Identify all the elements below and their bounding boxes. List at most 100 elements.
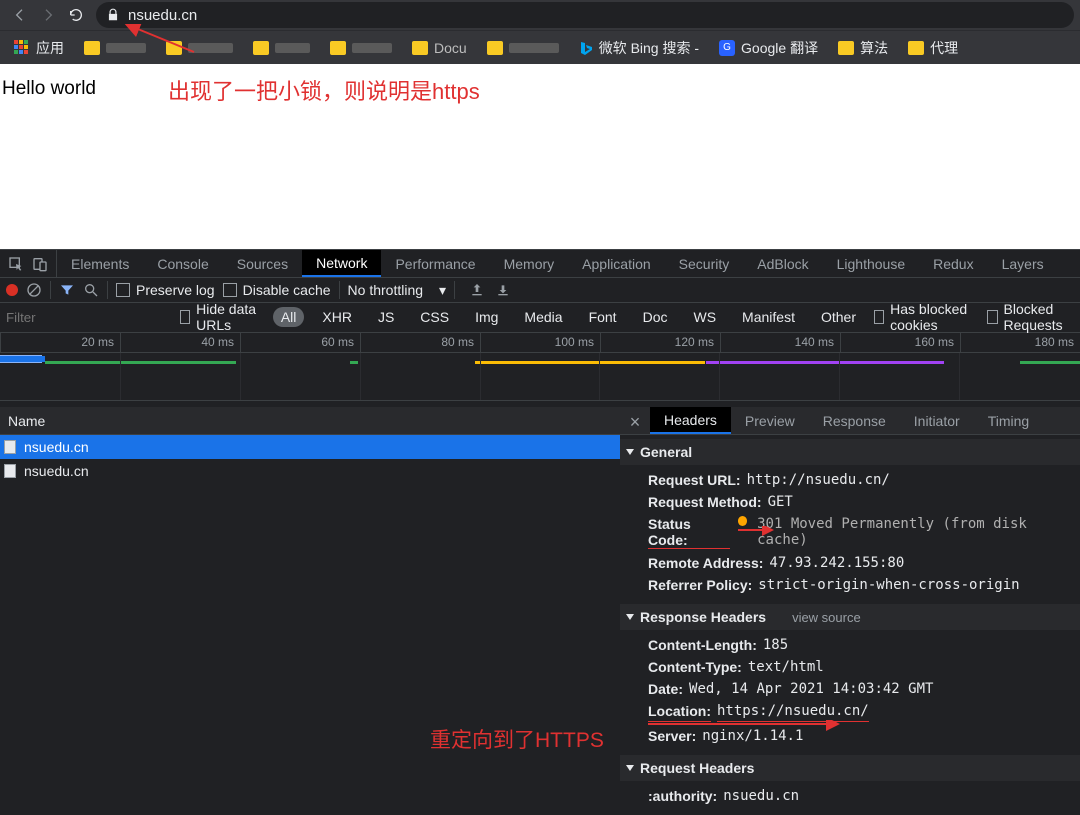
bookmark-google-translate[interactable]: G Google 翻译: [711, 34, 826, 62]
lock-icon: [106, 8, 120, 22]
document-icon: [4, 464, 16, 478]
annotation-arrow-location: [648, 720, 848, 734]
tab-elements[interactable]: Elements: [57, 250, 143, 277]
filter-other[interactable]: Other: [813, 307, 864, 327]
bookmark-bing[interactable]: 微软 Bing 搜索 -: [571, 34, 707, 62]
upload-har-icon[interactable]: [469, 282, 485, 298]
close-details-button[interactable]: ×: [624, 411, 646, 433]
request-row[interactable]: nsuedu.cn: [0, 435, 620, 459]
throttling-select[interactable]: No throttling ▾: [348, 282, 447, 299]
folder-icon: [166, 41, 182, 55]
tab-security[interactable]: Security: [665, 250, 744, 277]
filter-all[interactable]: All: [273, 307, 305, 327]
apps-shortcut[interactable]: 应用: [6, 34, 72, 62]
bing-icon: [579, 41, 593, 55]
url-host: nsuedu.cn: [128, 7, 197, 24]
annotation-arrow-status: [738, 526, 778, 542]
bookmark-folder-3[interactable]: [245, 37, 318, 59]
apps-label: 应用: [36, 38, 64, 58]
filter-js[interactable]: JS: [370, 307, 402, 327]
back-button[interactable]: [6, 1, 34, 29]
device-toggle-icon[interactable]: [32, 256, 48, 272]
request-details-pane: × Headers Preview Response Initiator Tim…: [620, 407, 1080, 815]
record-button[interactable]: [6, 284, 18, 296]
request-list-header[interactable]: Name: [0, 407, 620, 435]
filter-font[interactable]: Font: [581, 307, 625, 327]
clear-icon[interactable]: [26, 282, 42, 298]
tab-application[interactable]: Application: [568, 250, 665, 277]
bookmark-folder-4[interactable]: [322, 37, 400, 59]
tab-redux[interactable]: Redux: [919, 250, 987, 277]
section-request-headers[interactable]: Request Headers: [620, 755, 1080, 781]
tab-performance[interactable]: Performance: [381, 250, 489, 277]
bookmark-folder-1[interactable]: [76, 37, 154, 59]
detail-tab-initiator[interactable]: Initiator: [900, 407, 974, 434]
filter-input[interactable]: [0, 306, 170, 329]
filter-toggle-icon[interactable]: [59, 282, 75, 298]
request-url-value: http://nsuedu.cn/: [747, 472, 890, 488]
request-row[interactable]: nsuedu.cn: [0, 459, 620, 483]
section-response-headers[interactable]: Response Headersview source: [620, 604, 1080, 630]
filter-xhr[interactable]: XHR: [314, 307, 360, 327]
bookmark-folder-docs[interactable]: Docu: [404, 36, 475, 60]
bookmark-folder-5[interactable]: [479, 37, 567, 59]
tab-network[interactable]: Network: [302, 250, 381, 277]
tab-layers[interactable]: Layers: [988, 250, 1058, 277]
tab-sources[interactable]: Sources: [223, 250, 302, 277]
download-har-icon[interactable]: [495, 282, 511, 298]
detail-tab-timing[interactable]: Timing: [974, 407, 1044, 434]
tab-memory[interactable]: Memory: [490, 250, 569, 277]
tab-adblock[interactable]: AdBlock: [743, 250, 822, 277]
content-length-label: Content-Length:: [648, 637, 757, 653]
apps-icon: [14, 40, 30, 56]
blocked-requests-checkbox[interactable]: Blocked Requests: [987, 301, 1080, 333]
blocked-cookies-checkbox[interactable]: Has blocked cookies: [874, 301, 977, 333]
section-general[interactable]: General: [620, 439, 1080, 465]
content-type-label: Content-Type:: [648, 659, 742, 675]
headers-body: General Request URL: http://nsuedu.cn/ R…: [620, 435, 1080, 815]
detail-tab-preview[interactable]: Preview: [731, 407, 809, 434]
inspect-icon[interactable]: [8, 256, 24, 272]
bookmarks-bar: 应用 Docu 微软 Bing 搜索 - G Google 翻译 算法 代理: [0, 30, 1080, 64]
timeline-ruler[interactable]: 20 ms 40 ms 60 ms 80 ms 100 ms 120 ms 14…: [0, 333, 1080, 353]
bookmark-folder-2[interactable]: [158, 37, 241, 59]
bookmark-algorithm[interactable]: 算法: [830, 34, 896, 62]
folder-icon: [487, 41, 503, 55]
filter-img[interactable]: Img: [467, 307, 506, 327]
search-icon[interactable]: [83, 282, 99, 298]
preserve-log-checkbox[interactable]: Preserve log: [116, 282, 215, 298]
folder-icon: [84, 41, 100, 55]
bookmark-proxy[interactable]: 代理: [900, 34, 966, 62]
filter-ws[interactable]: WS: [685, 307, 724, 327]
tab-console[interactable]: Console: [143, 250, 222, 277]
request-url-label: Request URL:: [648, 472, 741, 488]
filter-media[interactable]: Media: [516, 307, 570, 327]
date-label: Date:: [648, 681, 683, 697]
disclosure-triangle-icon: [626, 765, 634, 771]
request-name: nsuedu.cn: [24, 439, 89, 455]
tab-lighthouse[interactable]: Lighthouse: [823, 250, 920, 277]
forward-button[interactable]: [34, 1, 62, 29]
disable-cache-checkbox[interactable]: Disable cache: [223, 282, 331, 298]
filter-css[interactable]: CSS: [412, 307, 457, 327]
folder-icon: [330, 41, 346, 55]
date-value: Wed, 14 Apr 2021 14:03:42 GMT: [689, 681, 933, 697]
disclosure-triangle-icon: [626, 449, 634, 455]
page-body: Hello world 出现了一把小锁，则说明是https: [0, 64, 1080, 249]
referrer-policy-value: strict-origin-when-cross-origin: [758, 577, 1019, 593]
hide-data-urls-checkbox[interactable]: Hide data URLs: [180, 301, 263, 333]
annotation-lock-explanation: 出现了一把小锁，则说明是https: [168, 74, 480, 106]
filter-manifest[interactable]: Manifest: [734, 307, 803, 327]
detail-tab-headers[interactable]: Headers: [650, 407, 731, 434]
filter-doc[interactable]: Doc: [635, 307, 676, 327]
detail-tab-response[interactable]: Response: [809, 407, 900, 434]
detail-tab-strip: Headers Preview Response Initiator Timin…: [620, 407, 1080, 435]
address-bar[interactable]: nsuedu.cn: [96, 2, 1074, 28]
timeline-overview[interactable]: [0, 353, 1080, 401]
view-source-link[interactable]: view source: [792, 610, 861, 625]
request-method-value: GET: [768, 494, 793, 510]
authority-label: :authority:: [648, 788, 717, 804]
status-dot-icon: [738, 516, 747, 526]
reload-button[interactable]: [62, 1, 90, 29]
disclosure-triangle-icon: [626, 614, 634, 620]
